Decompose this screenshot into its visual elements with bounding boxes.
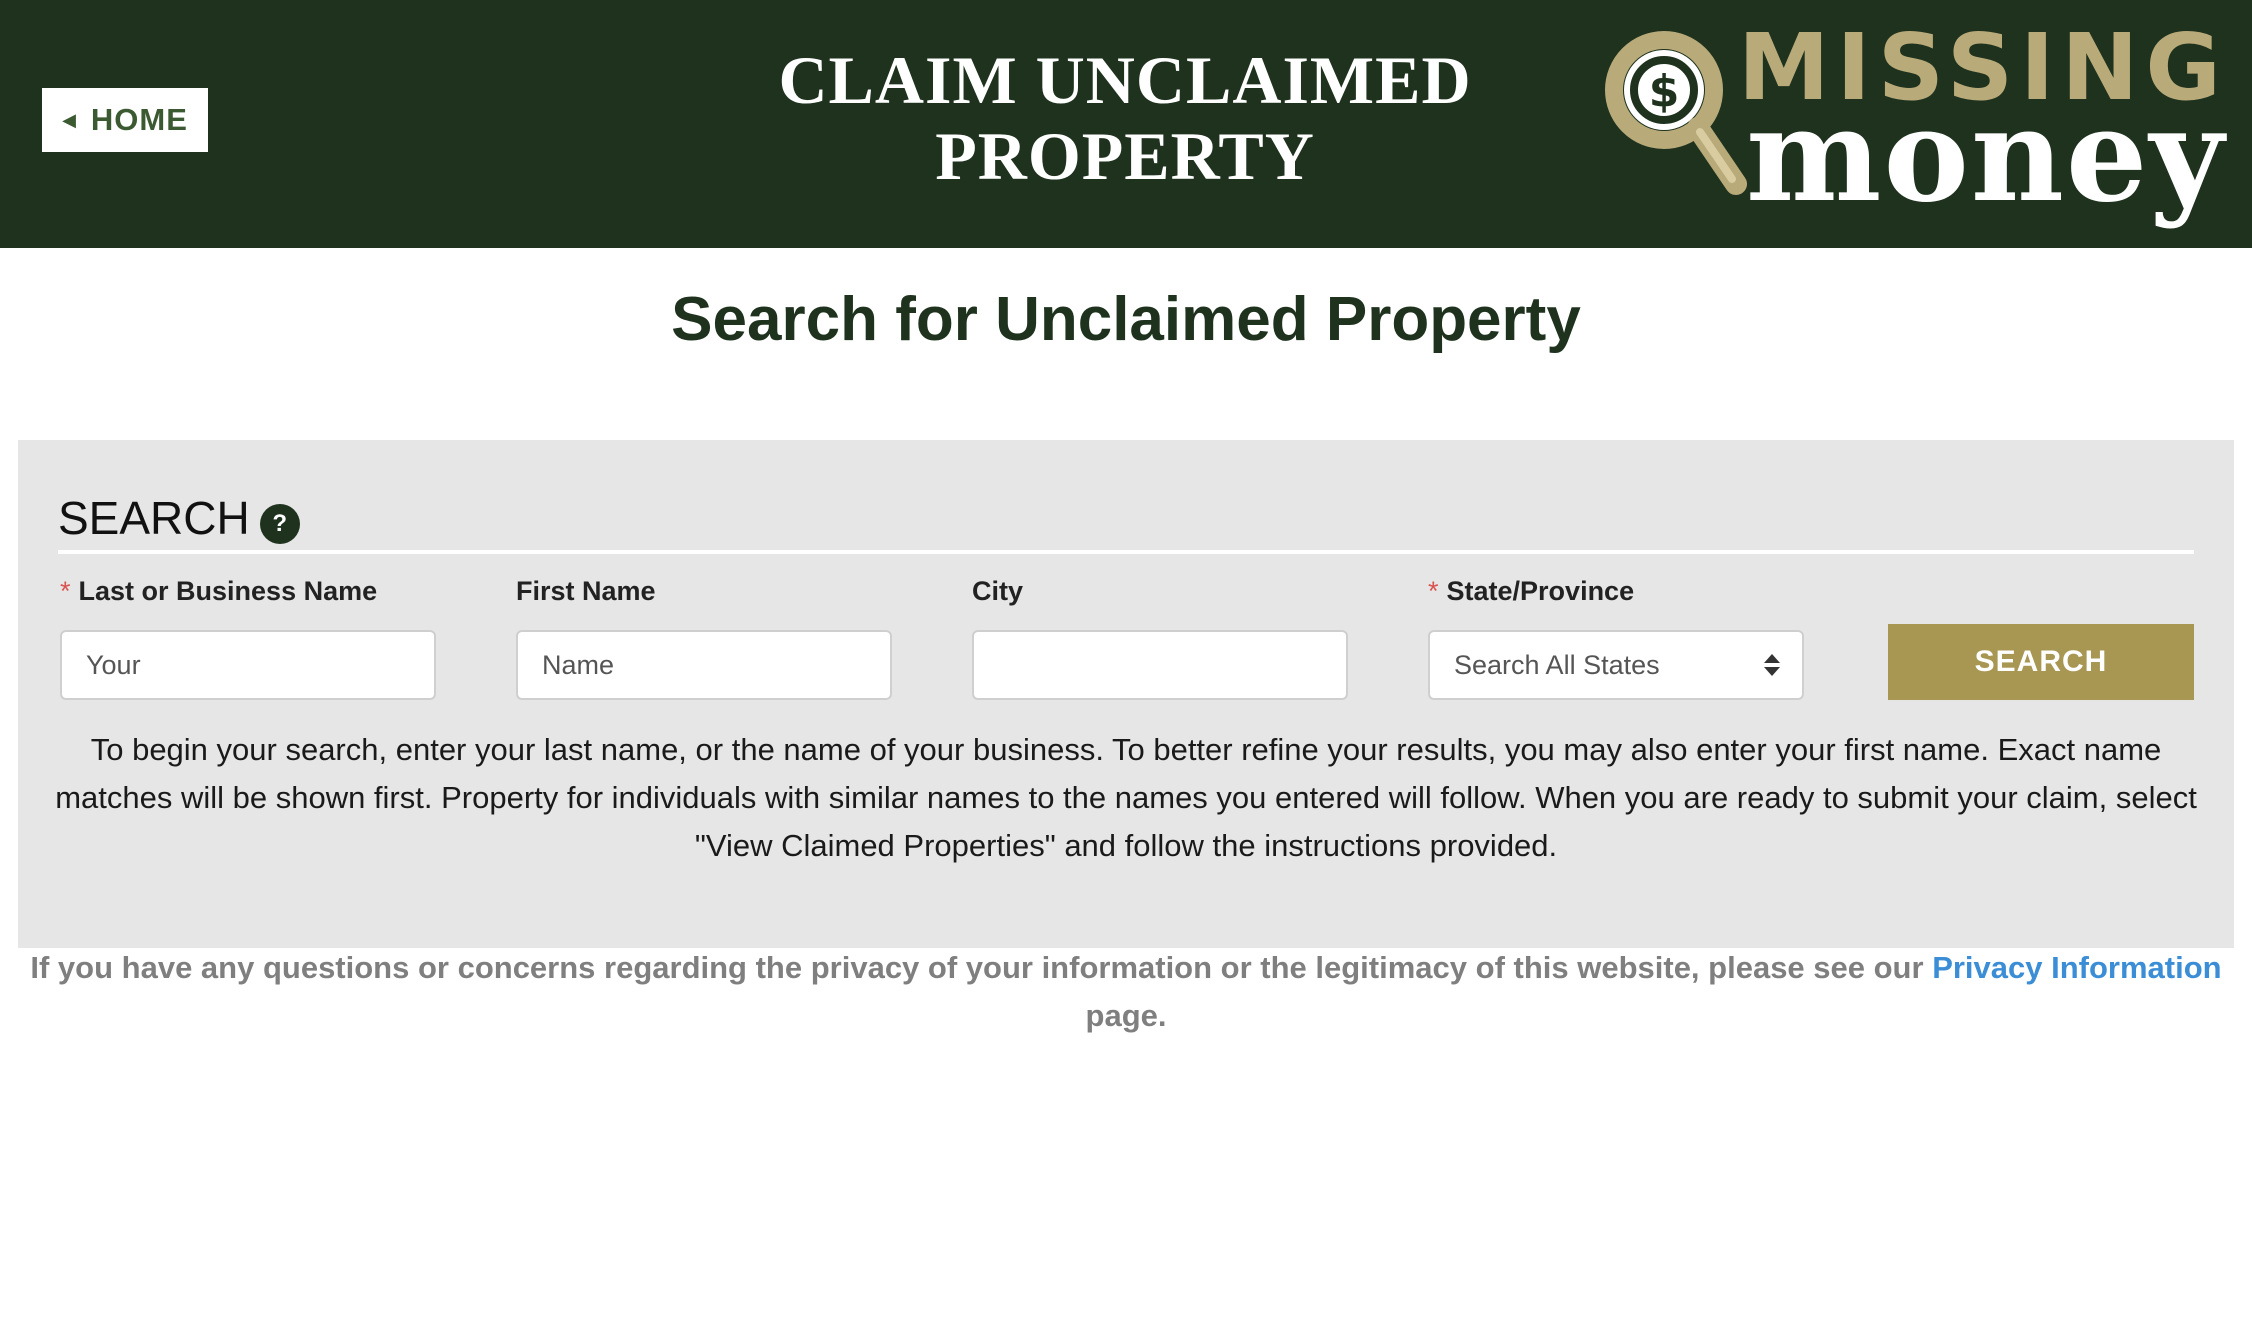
first-name-label-text: First Name — [516, 576, 656, 606]
header-title-line1: CLAIM UNCLAIMED — [778, 42, 1472, 118]
privacy-information-link[interactable]: Privacy Information — [1932, 950, 2221, 985]
required-marker: * — [1428, 576, 1439, 606]
state-select[interactable]: Search All States — [1428, 630, 1804, 700]
last-name-input-value: Your — [86, 649, 141, 680]
header-title-line2: PROPERTY — [935, 118, 1315, 194]
help-icon[interactable]: ? — [259, 504, 300, 544]
logo-text-money: money — [1746, 81, 2226, 231]
home-button-label: HOME — [90, 102, 188, 137]
privacy-note: If you have any questions or concerns re… — [0, 944, 2252, 1040]
last-name-label-text: Last or Business Name — [78, 576, 378, 606]
first-name-label: First Name — [516, 576, 656, 607]
divider — [58, 550, 2194, 554]
magnifier-dollar-icon: $ — [1605, 31, 1747, 195]
search-title-label: SEARCH — [58, 492, 250, 544]
search-section-title: SEARCH ? — [58, 490, 300, 546]
caret-left-icon: ◀ — [62, 110, 77, 130]
first-name-input[interactable]: Name — [516, 630, 892, 700]
city-label: City — [972, 576, 1023, 607]
home-button[interactable]: ◀ HOME — [42, 88, 208, 152]
required-marker: * — [60, 576, 71, 606]
search-instructions: To begin your search, enter your last na… — [55, 732, 2197, 863]
search-button[interactable]: SEARCH — [1888, 624, 2194, 700]
privacy-note-suffix: page. — [1085, 998, 1167, 1033]
privacy-note-text: If you have any questions or concerns re… — [30, 950, 1924, 985]
select-arrows-icon — [1764, 654, 1780, 676]
site-header: ◀ HOME CLAIM UNCLAIMED PROPERTY $ MISSIN… — [0, 0, 2252, 248]
logo-dollar-symbol: $ — [1649, 66, 1680, 117]
last-name-label: * Last or Business Name — [60, 576, 377, 607]
header-title: CLAIM UNCLAIMED PROPERTY — [730, 42, 1520, 194]
city-input[interactable] — [972, 630, 1348, 700]
missing-money-logo[interactable]: $ MISSING money — [1598, 18, 2224, 226]
state-select-value: Search All States — [1454, 649, 1660, 680]
search-panel: SEARCH ? * Last or Business Name Your Fir… — [18, 440, 2234, 948]
page-title: Search for Unclaimed Property — [671, 285, 1581, 354]
state-label: * State/Province — [1428, 576, 1634, 607]
first-name-input-value: Name — [542, 649, 615, 680]
state-label-text: State/Province — [1446, 576, 1635, 606]
city-label-text: City — [972, 576, 1024, 606]
last-name-input[interactable]: Your — [60, 630, 436, 700]
